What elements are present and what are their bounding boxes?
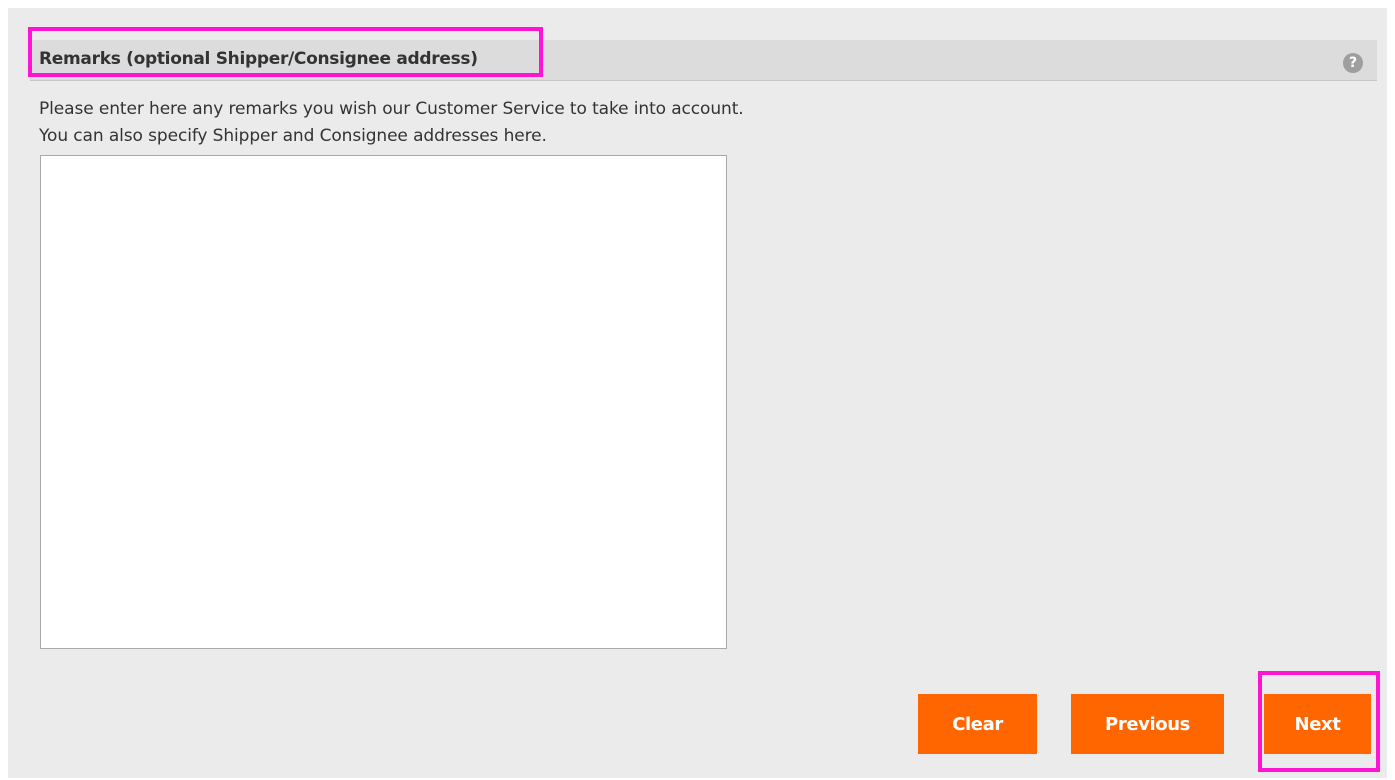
description-line-2: You can also specify Shipper and Consign… [39, 126, 547, 146]
title-highlight-box [28, 27, 543, 77]
remarks-textarea[interactable] [40, 155, 727, 649]
help-icon[interactable]: ? [1343, 53, 1363, 73]
previous-button[interactable]: Previous [1071, 694, 1224, 754]
clear-button[interactable]: Clear [918, 694, 1037, 754]
next-highlight-box [1258, 671, 1380, 772]
description-line-1: Please enter here any remarks you wish o… [39, 99, 744, 119]
